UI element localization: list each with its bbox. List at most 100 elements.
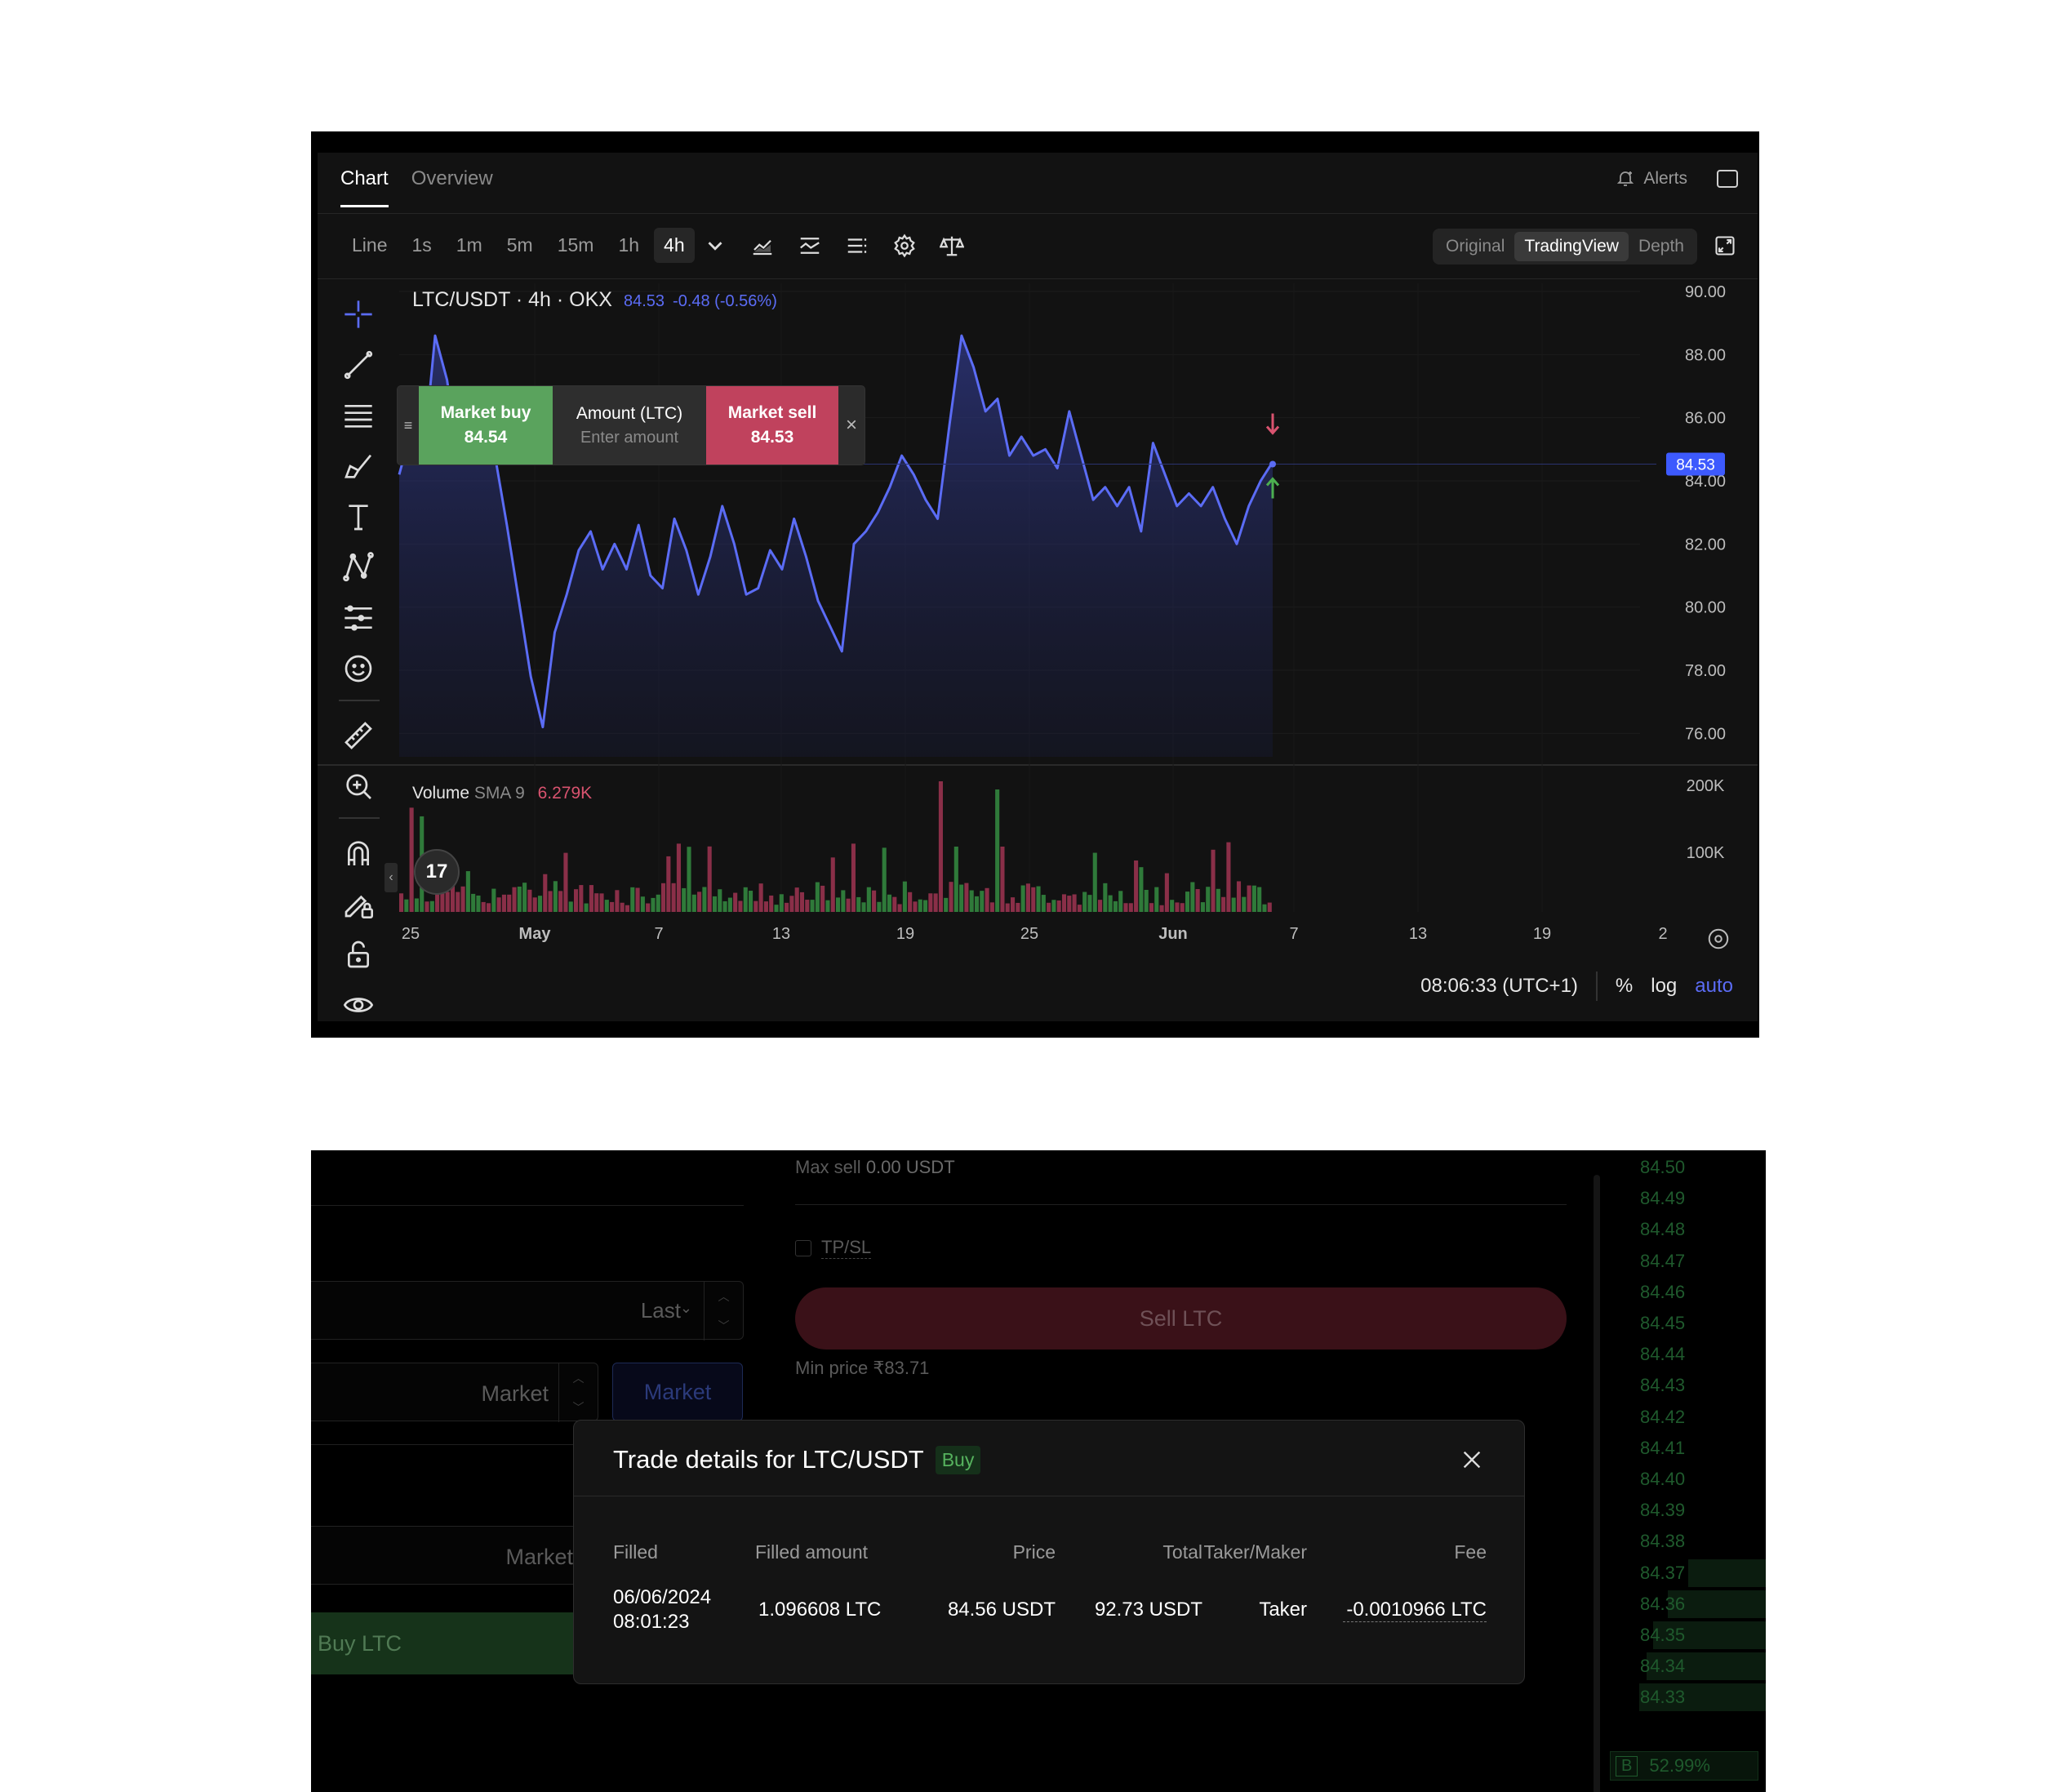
volume-bar xyxy=(1118,891,1123,912)
volume-legend: Volume SMA 9 6.279K xyxy=(412,784,592,803)
volume-bar xyxy=(763,901,768,912)
volume-bar xyxy=(1061,894,1067,912)
volume-bar xyxy=(928,893,933,912)
orderbook-price: 84.46 xyxy=(1640,1281,1686,1302)
volume-bar xyxy=(707,846,712,912)
volume-bar xyxy=(1242,896,1247,912)
orderbook-row[interactable]: 84.44 xyxy=(1625,1339,1766,1370)
orderbook-row[interactable]: 84.41 xyxy=(1625,1433,1766,1464)
volume-bar xyxy=(743,887,748,912)
price-axis-label: 82.00 xyxy=(1685,536,1726,554)
orderbook-row[interactable]: 84.46 xyxy=(1625,1277,1766,1308)
buy-ratio-badge: B xyxy=(1616,1755,1638,1776)
orderbook-row[interactable]: 84.49 xyxy=(1625,1183,1766,1214)
orderbook-row[interactable]: 84.47 xyxy=(1625,1246,1766,1277)
volume-bar xyxy=(769,895,774,912)
collapse-toolbar-button[interactable]: ‹ xyxy=(385,863,398,892)
volume-bar xyxy=(635,887,640,912)
market-price-input[interactable]: Market ︿ ﹀ xyxy=(311,1363,598,1422)
volume-bar xyxy=(460,886,465,912)
volume-bar xyxy=(548,891,553,912)
volume-bar xyxy=(1251,885,1256,912)
volume-bar xyxy=(1206,887,1211,912)
volume-bar xyxy=(507,894,512,912)
orderbook-row[interactable]: 84.33 xyxy=(1625,1682,1766,1713)
orderbook-row[interactable]: 84.37 xyxy=(1625,1558,1766,1589)
volume-bar xyxy=(953,847,958,912)
modal-title: Trade details for LTC/USDT Buy xyxy=(613,1445,981,1474)
volume-bar xyxy=(1098,900,1103,912)
market-tab-button[interactable]: Market xyxy=(612,1363,743,1421)
orderbook-price: 84.47 xyxy=(1640,1250,1686,1271)
percent-scale-button[interactable]: % xyxy=(1616,975,1633,998)
volume-bar xyxy=(1016,902,1020,912)
volume-bar xyxy=(753,900,758,912)
drag-handle-icon[interactable]: ≡ xyxy=(398,386,419,465)
orderbook-price: 84.40 xyxy=(1640,1469,1686,1489)
filled-time: 08:01:23 xyxy=(613,1611,690,1633)
x-axis-label: May xyxy=(519,925,552,943)
trigger-price-input[interactable]: Market xyxy=(311,1526,598,1585)
volume-bar xyxy=(722,900,727,912)
max-sell: Max sell 0.00 USDT xyxy=(795,1157,955,1178)
volume-bar xyxy=(661,883,666,912)
volume-bar xyxy=(1036,886,1041,912)
volume-bar xyxy=(1164,873,1169,912)
market-buy-button[interactable]: Market buy 84.54 xyxy=(419,386,553,465)
volume-bar xyxy=(574,889,579,912)
amount-placeholder: Enter amount xyxy=(580,428,679,447)
close-icon[interactable]: × xyxy=(838,386,865,465)
orderbook-row[interactable]: 84.39 xyxy=(1625,1495,1766,1526)
volume-bar xyxy=(476,895,481,912)
volume-bar xyxy=(589,885,593,912)
x-axis-label: 13 xyxy=(1409,925,1427,943)
market-buy-label: Market buy xyxy=(440,403,531,422)
chart-container: Chart Overview Alerts Line 1s 1m 5m 15m … xyxy=(318,153,1758,1021)
volume-bar xyxy=(969,890,974,912)
orderbook-row[interactable]: 84.38 xyxy=(1625,1526,1766,1557)
volume-bar xyxy=(799,892,805,912)
orderbook-price: 84.33 xyxy=(1640,1687,1686,1708)
volume-bar xyxy=(836,897,841,912)
x-axis-label: 19 xyxy=(1533,925,1551,943)
header-total: Total xyxy=(1162,1541,1202,1563)
volume-bar xyxy=(774,905,779,912)
volume-bar xyxy=(815,882,820,912)
buy-ltc-button[interactable]: Buy LTC xyxy=(311,1612,589,1674)
cell-fee[interactable]: -0.0010966 LTC xyxy=(1343,1599,1487,1622)
volume-bar xyxy=(1231,897,1236,912)
x-axis-label: 2 xyxy=(1658,925,1667,943)
scrollbar[interactable] xyxy=(1594,1175,1600,1792)
orderbook-price: 84.50 xyxy=(1640,1157,1686,1177)
orderbook-row[interactable]: 84.36 xyxy=(1625,1589,1766,1620)
close-icon[interactable] xyxy=(1459,1447,1485,1473)
tpsl-toggle[interactable]: TP/SL xyxy=(795,1237,872,1259)
amount-input[interactable]: Amount (LTC) Enter amount xyxy=(553,386,706,465)
orderbook-row[interactable]: 84.34 xyxy=(1625,1651,1766,1682)
max-sell-value: 0.00 USDT xyxy=(865,1157,955,1177)
orderbook-row[interactable]: 84.45 xyxy=(1625,1308,1766,1339)
orderbook-row[interactable]: 84.40 xyxy=(1625,1464,1766,1495)
orderbook-price: 84.37 xyxy=(1640,1562,1686,1583)
orderbook-row[interactable]: 84.43 xyxy=(1625,1370,1766,1401)
market-sell-button[interactable]: Market sell 84.53 xyxy=(706,386,838,465)
volume-bar xyxy=(712,896,718,912)
auto-scale-button[interactable]: auto xyxy=(1695,975,1733,998)
volume-bar xyxy=(656,894,660,912)
price-chart[interactable]: 90.0088.0086.0084.0082.0080.0078.0076.00… xyxy=(318,153,1758,1021)
checkbox[interactable] xyxy=(795,1239,811,1256)
orderbook-row[interactable]: 84.35 xyxy=(1625,1620,1766,1651)
header-fee: Fee xyxy=(1454,1541,1487,1563)
log-scale-button[interactable]: log xyxy=(1651,975,1677,998)
orderbook-row[interactable]: 84.48 xyxy=(1625,1214,1766,1245)
volume-bar xyxy=(496,897,501,912)
price-type-input[interactable]: Last ⌄ ︿ ﹀ xyxy=(311,1281,744,1341)
orderbook-row[interactable]: 84.42 xyxy=(1625,1402,1766,1433)
orderbook-row[interactable]: 84.50 xyxy=(1625,1152,1766,1183)
quick-order-widget: ≡ Market buy 84.54 Amount (LTC) Enter am… xyxy=(398,386,865,465)
stepper[interactable]: ︿ ﹀ xyxy=(704,1282,743,1341)
volume-bar xyxy=(1180,903,1185,912)
stepper[interactable]: ︿ ﹀ xyxy=(558,1363,598,1422)
axis-settings-icon[interactable] xyxy=(1706,927,1731,951)
sell-ltc-button[interactable]: Sell LTC xyxy=(795,1287,1567,1350)
